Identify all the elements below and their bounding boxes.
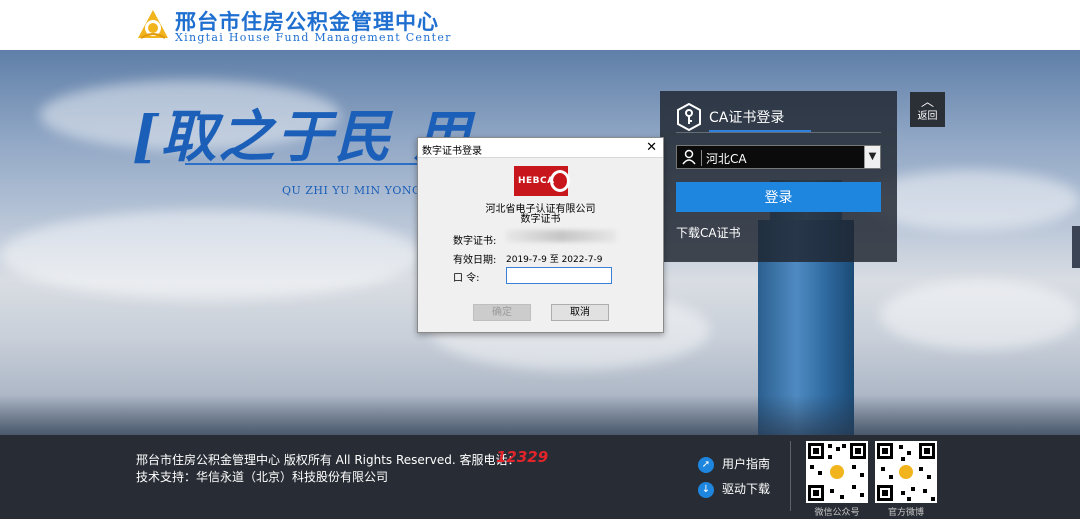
site-header: 邢台市住房公积金管理中心 Xingtai House Fund Manageme… [0,0,1080,50]
footer-copyright: 邢台市住房公积金管理中心 版权所有 All Rights Reserved. 客… [136,453,520,467]
return-button[interactable]: ︿ 返回 [910,92,945,127]
hebca-logo-ring [550,170,570,192]
ca-login-button[interactable]: 登录 [676,182,881,212]
ca-title-underline [709,130,811,132]
qr-code-icon [877,443,935,501]
side-scroll-strip[interactable] [1072,226,1080,268]
footer-support: 技术支持：华信永道（北京）科技股份有限公司 [136,470,389,484]
footer-separator [790,441,791,511]
certificate-login-dialog: 数字证书登录 ✕ HEBCA 河北省电子认证有限公司 数字证书 数字证书: 有效… [417,137,664,333]
brand-subtitle: Xingtai House Fund Management Center [175,31,452,44]
dialog-title: 数字证书登录 [422,146,482,157]
gold-coin-logo-icon [138,10,168,39]
ok-button[interactable]: 确定 [473,304,531,321]
user-guide-link[interactable]: ➚ 用户指南 [698,455,770,473]
cancel-button[interactable]: 取消 [551,304,609,321]
banner-underline [185,163,445,165]
cert-label: 数字证书: [453,236,497,247]
ca-divider [676,132,881,133]
password-input[interactable] [506,267,612,284]
ca-login-panel: CA证书登录 河北CA ▼ 登录 下载CA证书 [660,91,897,262]
qr-code-icon [808,443,866,501]
download-icon: ↓ [698,481,714,498]
select-separator [701,150,702,166]
valid-date-label: 有效日期: [453,255,497,266]
download-ca-link[interactable]: 下载CA证书 [676,224,741,241]
wechat-qr-code [806,441,868,503]
site-footer: 邢台市住房公积金管理中心 版权所有 All Rights Reserved. 客… [0,435,1080,519]
driver-download-label: 驱动下载 [722,482,771,496]
cloud [0,210,420,300]
user-guide-label: 用户指南 [722,457,771,471]
cert-value-redacted [506,230,616,242]
compass-icon: ➚ [698,456,714,473]
valid-date-value: 2019-7-9 至 2022-7-9 [506,255,603,265]
key-icon [677,103,701,131]
close-icon[interactable]: ✕ [646,139,657,157]
weibo-qr-label: 官方微博 [887,508,924,518]
driver-download-link[interactable]: ↓ 驱动下载 [698,480,770,498]
chevron-down-icon[interactable]: ▼ [864,146,880,168]
password-label: 口 令: [453,273,480,284]
footer-phone: 12329 [496,448,549,466]
ca-panel-title: CA证书登录 [709,110,785,126]
weibo-qr-code [875,441,937,503]
banner-pinyin: QU ZHI YU MIN YONG ZI [282,184,439,197]
ca-provider-select[interactable]: 河北CA ▼ [676,145,881,169]
dialog-cert-heading: 数字证书 [520,214,561,225]
city-skyline [0,395,1080,435]
dialog-titlebar: 数字证书登录 ✕ [418,138,663,158]
return-label: 返回 [917,111,938,122]
chevron-up-icon: ︿ [920,95,934,110]
cloud [880,280,1080,350]
ca-provider-value: 河北CA [706,152,747,166]
hebca-logo: HEBCA [514,166,570,196]
user-icon [682,149,696,165]
wechat-qr-label: 微信公众号 [814,508,860,518]
